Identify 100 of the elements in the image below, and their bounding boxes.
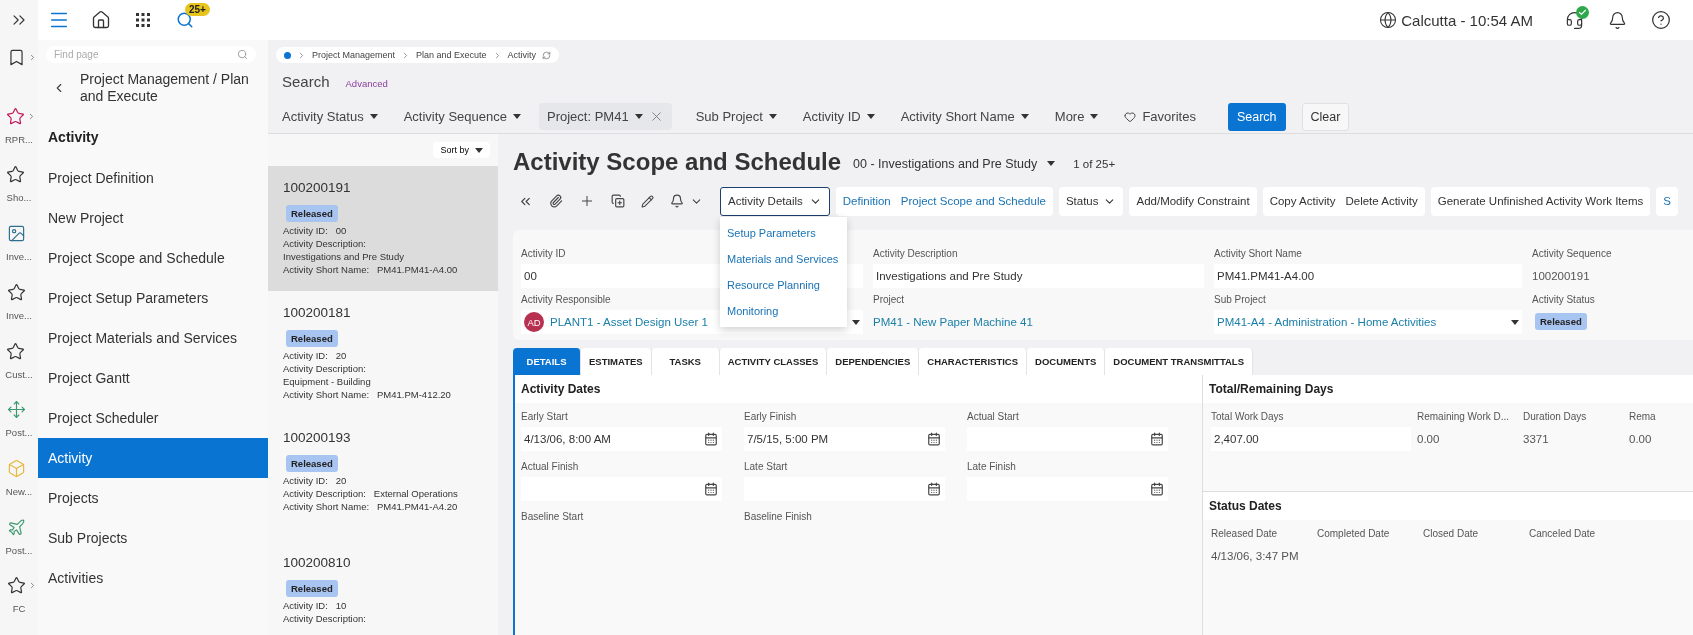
record-field: Activity ID: 20 xyxy=(283,349,347,362)
nav-item[interactable]: Project Gantt xyxy=(38,358,268,398)
search-icon[interactable] xyxy=(176,11,194,29)
rail-label[interactable]: Sho... xyxy=(6,192,32,204)
menu-item[interactable]: Setup Parameters xyxy=(720,219,847,246)
calendar-icon[interactable] xyxy=(1150,482,1164,496)
star-icon[interactable] xyxy=(6,106,26,126)
nav-item[interactable]: Project Scope and Schedule xyxy=(38,238,268,278)
home-icon[interactable] xyxy=(91,10,111,30)
nav-item[interactable]: Activity xyxy=(38,438,268,478)
advanced-link[interactable]: Advanced xyxy=(345,78,388,89)
filter-dropdown[interactable]: Activity Status xyxy=(274,103,386,130)
calendar-icon[interactable] xyxy=(927,432,941,446)
tab[interactable]: DEPENDENCIES xyxy=(827,348,920,375)
star-icon[interactable] xyxy=(6,165,26,185)
project-link[interactable]: PM41 - New Paper Machine 41 xyxy=(873,310,1033,334)
field-label: Total Work Days xyxy=(1211,411,1284,422)
record-selector[interactable]: 00 - Investigations and Pre Study xyxy=(853,153,1056,171)
field-value: 100200191 xyxy=(1532,269,1590,284)
headset-icon[interactable] xyxy=(1565,10,1584,30)
image-icon[interactable] xyxy=(6,224,26,244)
lookup-field[interactable]: PM41-A4 - Administration - Home Activities xyxy=(1214,310,1522,334)
date-field[interactable] xyxy=(744,477,945,501)
favorites-button[interactable]: Favorites xyxy=(1116,103,1204,130)
move-arrows-icon[interactable] xyxy=(6,400,26,420)
filter-dropdown[interactable]: More xyxy=(1046,103,1107,130)
nav-item[interactable]: New Project xyxy=(38,198,268,238)
breadcrumb-link[interactable]: Project Management xyxy=(312,50,396,60)
breadcrumb-link[interactable]: Activity xyxy=(507,50,537,60)
record-card[interactable]: 100200810 Released Activity ID: 10 Activity Description: xyxy=(268,541,498,635)
help-icon[interactable] xyxy=(1651,10,1671,30)
tab[interactable]: ESTIMATES xyxy=(581,348,652,375)
action-button[interactable]: Generate Unfinished Activity Work Items xyxy=(1432,195,1649,207)
filter-dropdown[interactable]: Activity Short Name xyxy=(892,103,1037,130)
filter-dropdown[interactable]: Activity ID xyxy=(794,103,883,130)
apps-grid-icon[interactable] xyxy=(136,13,150,27)
rail-label[interactable]: Post... xyxy=(5,544,33,556)
action-button[interactable]: Delete Activity xyxy=(1340,195,1423,207)
tab[interactable]: DETAILS xyxy=(513,348,581,375)
plane-icon[interactable] xyxy=(6,517,26,537)
rail-label[interactable]: Inve... xyxy=(6,309,32,321)
filter-dropdown[interactable]: Activity Sequence xyxy=(395,103,529,130)
bell-icon xyxy=(670,194,684,208)
nav-item[interactable]: Activities xyxy=(38,558,268,598)
date-field[interactable]: 7/5/15, 5:00 PM xyxy=(744,427,945,451)
sub-project-link[interactable]: PM41-A4 - Administration - Home Activities xyxy=(1217,316,1505,328)
star-icon[interactable] xyxy=(6,341,26,361)
rail-label[interactable]: Inve... xyxy=(6,251,32,263)
activity-details-dropdown[interactable]: Activity Details xyxy=(720,186,830,216)
search-button[interactable]: Search xyxy=(1227,102,1286,131)
tab[interactable]: DOCUMENTS xyxy=(1027,348,1106,375)
nav-item[interactable]: Project Materials and Services xyxy=(38,318,268,358)
date-field[interactable] xyxy=(521,477,722,501)
dropdown-button[interactable]: Status xyxy=(1060,194,1122,208)
find-page-field[interactable]: Find page xyxy=(46,46,256,63)
date-field[interactable]: 4/13/06, 8:00 AM xyxy=(521,427,722,451)
tab[interactable]: ACTIVITY CLASSES xyxy=(719,348,828,375)
calendar-icon[interactable] xyxy=(704,432,718,446)
rail-label[interactable]: Post... xyxy=(5,427,33,439)
link-button[interactable]: Definition xyxy=(837,195,896,207)
record-card[interactable]: 100200193 Released Activity ID: 20 Activity Description: External Operations Activity Short Name: PM41.PM41-A4.20 xyxy=(268,416,498,541)
nav-item[interactable]: Projects xyxy=(38,478,268,518)
calendar-icon[interactable] xyxy=(704,482,718,496)
record-field-value: Investigations and Pre Study xyxy=(283,250,404,263)
link-button[interactable]: S xyxy=(1658,195,1676,207)
input-field[interactable]: PM41.PM41-A4.00 xyxy=(1214,264,1522,288)
date-field[interactable] xyxy=(967,427,1168,451)
link-button[interactable]: Project Scope and Schedule xyxy=(895,195,1051,207)
rail-label[interactable]: RPR... xyxy=(5,133,33,145)
calendar-icon[interactable] xyxy=(1150,432,1164,446)
tab[interactable]: TASKS xyxy=(651,348,720,375)
nav-item[interactable]: Project Scheduler xyxy=(38,398,268,438)
bell-icon[interactable] xyxy=(1608,10,1627,30)
refresh-icon[interactable] xyxy=(542,50,552,60)
record-id: 100200181 xyxy=(283,305,351,320)
breadcrumb-link[interactable]: Plan and Execute xyxy=(416,50,487,60)
field-label: Late Finish xyxy=(967,461,1016,472)
rail-label[interactable]: FC xyxy=(12,603,26,615)
calendar-icon[interactable] xyxy=(927,482,941,496)
nav-item[interactable]: Sub Projects xyxy=(38,518,268,558)
clear-button[interactable]: Clear xyxy=(1301,102,1350,131)
nav-item[interactable]: Project Setup Parameters xyxy=(38,278,268,318)
tab[interactable]: CHARACTERISTICS xyxy=(919,348,1028,375)
filter-dropdown[interactable]: Sub Project xyxy=(687,103,785,130)
nav-item[interactable]: Project Definition xyxy=(38,158,268,198)
sort-button[interactable]: Sort by xyxy=(433,142,490,158)
star-icon[interactable] xyxy=(6,576,26,596)
rail-label[interactable]: New... xyxy=(5,485,33,497)
input-field[interactable]: 2,407.00 xyxy=(1211,427,1411,451)
filter-chip[interactable]: Project: PM41 xyxy=(539,103,672,130)
input-field[interactable]: Investigations and Pre Study xyxy=(873,264,1204,288)
star-icon[interactable] xyxy=(6,282,26,302)
record-card[interactable]: 100200191 Released Activity ID: 00 Activity Description: Investigations and Pre Study Activity Short Name: PM41.PM41-A4.00 xyxy=(268,166,498,291)
action-button[interactable]: Copy Activity xyxy=(1264,195,1341,207)
action-button[interactable]: Add/Modify Constraint xyxy=(1131,195,1255,207)
tab[interactable]: DOCUMENT TRANSMITTALS xyxy=(1105,348,1253,375)
date-field[interactable] xyxy=(967,477,1168,501)
record-card[interactable]: 100200181 Released Activity ID: 20 Activity Description: Equipment - Building Activity Short Name: PM41.PM-412.20 xyxy=(268,291,498,416)
rail-label[interactable]: Cust... xyxy=(5,368,33,380)
status-badge: Released xyxy=(1535,312,1587,330)
